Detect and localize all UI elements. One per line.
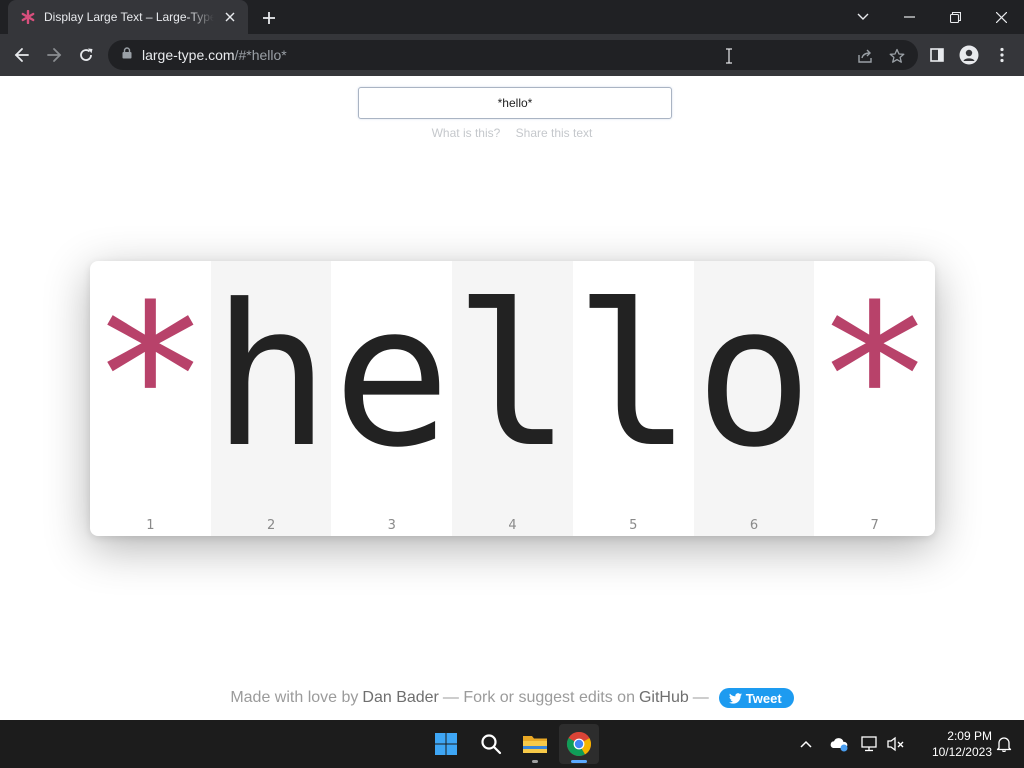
- active-tab[interactable]: Display Large Text – Large-Type.com: [8, 0, 248, 34]
- new-tab-button[interactable]: [258, 7, 280, 29]
- character-index: 7: [870, 518, 879, 533]
- twitter-bird-icon: [728, 692, 742, 704]
- character-index: 2: [266, 518, 276, 533]
- bookmark-star-icon[interactable]: [888, 47, 906, 65]
- large-character: o: [694, 263, 813, 491]
- asterisk-favicon-icon: [20, 9, 36, 25]
- large-character: *: [815, 263, 934, 491]
- character-cell: l5: [573, 261, 694, 536]
- large-text-display: * 1 h 2 e 3 l 4 l 5 o 6 * 7: [90, 261, 935, 536]
- forward-button[interactable]: [38, 39, 70, 71]
- close-window-button[interactable]: [978, 0, 1024, 34]
- footer-dash: —: [692, 689, 709, 706]
- large-character: l: [453, 263, 572, 491]
- tweet-button[interactable]: Tweet: [718, 688, 794, 708]
- explorer-running-indicator: [532, 760, 538, 763]
- notification-bell-icon[interactable]: [994, 734, 1014, 754]
- file-explorer-icon[interactable]: [515, 724, 555, 764]
- address-bar[interactable]: large-type.com/#*hello*: [108, 40, 918, 70]
- character-cell: * 7: [814, 261, 935, 536]
- share-icon[interactable]: [856, 47, 874, 65]
- what-is-this-link[interactable]: What is this?: [432, 126, 501, 140]
- tweet-label: Tweet: [745, 690, 782, 706]
- large-text-input[interactable]: [358, 87, 672, 119]
- close-tab-icon[interactable]: [222, 9, 238, 25]
- help-links: What is this? Share this text: [0, 126, 1024, 140]
- reload-button[interactable]: [70, 39, 102, 71]
- character-index: 4: [508, 518, 517, 533]
- side-panel-icon[interactable]: [921, 39, 953, 71]
- tab-strip: Display Large Text – Large-Type.com: [0, 0, 1024, 34]
- page-content: What is this? Share this text *1h2e3l4l5…: [0, 76, 1024, 720]
- back-button[interactable]: [6, 39, 38, 71]
- footer-fork-text: — Fork or suggest edits on: [442, 689, 635, 706]
- author-link[interactable]: Dan Bader: [362, 689, 439, 707]
- windows-start-icon[interactable]: [426, 724, 466, 764]
- large-character: l: [574, 263, 693, 491]
- chrome-active-indicator: [571, 760, 587, 763]
- character-cell: o6: [693, 261, 815, 536]
- tab-search-chevron-down-icon[interactable]: [840, 0, 886, 34]
- volume-muted-icon[interactable]: [886, 734, 906, 754]
- url-host: large-type.com: [142, 47, 235, 63]
- more-menu-icon[interactable]: [986, 39, 1018, 71]
- clock-date: 10/12/2023: [931, 745, 992, 759]
- character-cell: l4: [452, 261, 573, 536]
- footer-made-with-love: Made with love by: [230, 689, 359, 706]
- chevron-up-icon[interactable]: [796, 734, 816, 754]
- share-text-link[interactable]: Share this text: [516, 126, 593, 140]
- footer: Made with love by Dan Bader — Fork or su…: [0, 688, 1024, 708]
- large-character: e: [332, 263, 451, 491]
- github-link[interactable]: GitHub: [639, 689, 689, 707]
- character-cell: * 1: [90, 261, 211, 536]
- windows-taskbar: 2:09 PM 10/12/2023: [0, 720, 1024, 768]
- profile-avatar-icon[interactable]: [953, 39, 985, 71]
- onedrive-cloud-icon[interactable]: [829, 734, 849, 754]
- large-character: *: [91, 263, 210, 491]
- lock-icon[interactable]: [122, 46, 132, 64]
- character-index: 6: [749, 518, 759, 533]
- restore-button[interactable]: [932, 0, 978, 34]
- character-cell: h2: [210, 261, 332, 536]
- clock-time: 2:09 PM: [947, 729, 992, 743]
- large-character: h: [212, 263, 331, 491]
- chrome-icon[interactable]: [559, 724, 599, 764]
- url-path: /#*hello*: [234, 47, 287, 63]
- character-index: 5: [629, 518, 638, 533]
- browser-toolbar: large-type.com/#*hello*: [0, 34, 1024, 76]
- network-icon[interactable]: [860, 734, 880, 754]
- character-index: 1: [146, 518, 155, 533]
- system-clock[interactable]: 2:09 PM 10/12/2023: [912, 728, 992, 760]
- url-text: large-type.com/#*hello*: [142, 47, 287, 63]
- character-cell: e3: [331, 261, 452, 536]
- search-icon[interactable]: [471, 724, 511, 764]
- tab-title: Display Large Text – Large-Type.com: [44, 10, 214, 24]
- text-cursor-icon: [720, 47, 738, 65]
- minimize-button[interactable]: [886, 0, 932, 34]
- character-index: 3: [387, 518, 396, 533]
